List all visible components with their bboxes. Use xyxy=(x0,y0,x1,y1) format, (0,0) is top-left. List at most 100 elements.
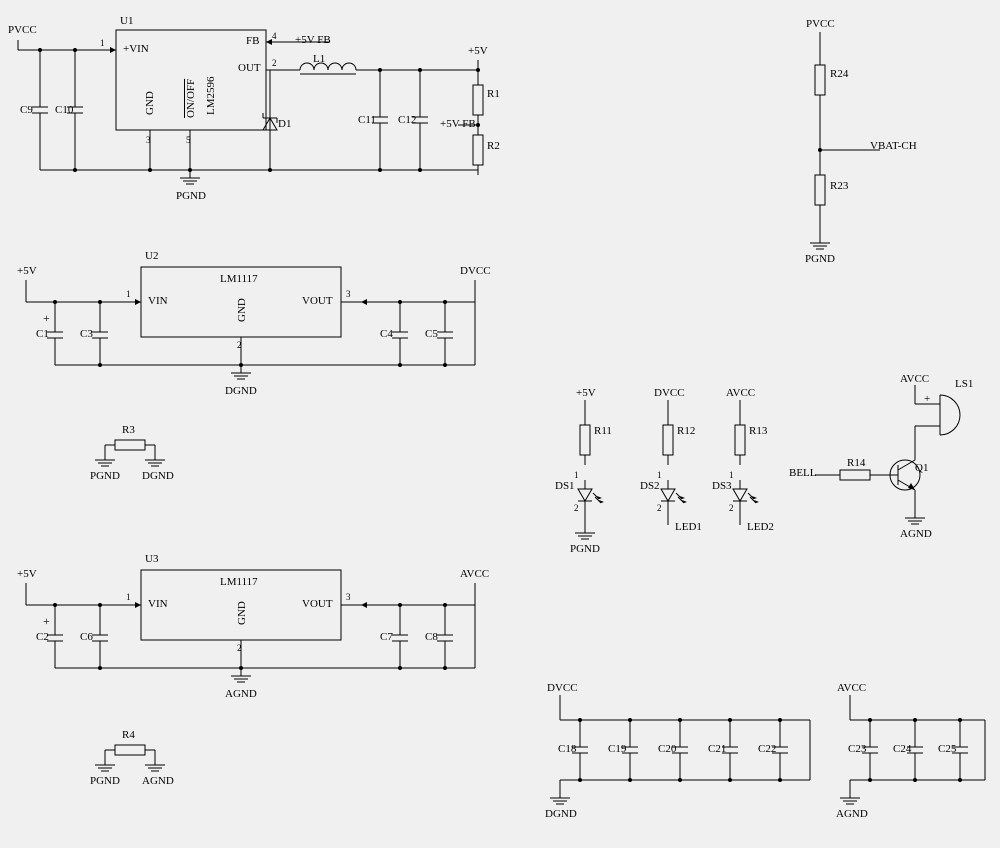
net-avcc-4: AVCC xyxy=(837,682,866,694)
ls1-ref: LS1 xyxy=(955,378,973,390)
svg-text:+: + xyxy=(43,614,50,628)
net-led2: LED2 xyxy=(747,521,774,533)
u1-pin1: 1 xyxy=(100,38,105,48)
ds1-ref: DS1 xyxy=(555,480,575,492)
c21-ref: C21 xyxy=(708,743,726,755)
net-5vfb-2: +5V FB xyxy=(440,118,476,130)
u1-onoff: ON/OFF xyxy=(185,79,197,118)
c4-ref: C4 xyxy=(380,328,393,340)
ds1-p2: 2 xyxy=(574,503,579,513)
ds1-p1: 1 xyxy=(574,470,579,480)
u1-pin5: 5 xyxy=(186,135,191,145)
ds3-branch xyxy=(733,400,759,525)
net-dgnd-1: DGND xyxy=(225,385,257,397)
u1-pin2: 2 xyxy=(272,58,277,68)
net-5vfb-1: +5V FB xyxy=(295,34,331,46)
u3-type: LM1117 xyxy=(220,576,258,588)
c6-ref: C6 xyxy=(80,631,93,643)
r2-ref: R2 xyxy=(487,140,500,152)
c20-ref: C20 xyxy=(658,743,676,755)
net-dvcc-1: DVCC xyxy=(460,265,491,277)
net-dgnd-3: DGND xyxy=(545,808,577,820)
u1-type: LM2596 xyxy=(205,77,217,116)
net-pgnd-5: PGND xyxy=(570,543,600,555)
u1-fb: FB xyxy=(246,35,259,47)
u1-pin3: 3 xyxy=(146,135,151,145)
net-5v-4: +5V xyxy=(576,387,596,399)
net-dvcc-2: DVCC xyxy=(654,387,685,399)
c24-ref: C24 xyxy=(893,743,911,755)
r12-ref: R12 xyxy=(677,425,695,437)
net-avcc-1: AVCC xyxy=(460,568,489,580)
schematic-canvas: + + xyxy=(0,0,1000,848)
net-5v-3: +5V xyxy=(17,568,37,580)
net-pvcc-2: PVCC xyxy=(806,18,835,30)
d1-diode xyxy=(263,70,277,172)
u3-ref: U3 xyxy=(145,553,158,565)
c7-ref: C7 xyxy=(380,631,393,643)
ds2-branch xyxy=(661,400,687,525)
net-agnd-3: AGND xyxy=(900,528,932,540)
c19-ref: C19 xyxy=(608,743,626,755)
buzzer-block xyxy=(815,385,960,524)
net-agnd-2: AGND xyxy=(142,775,174,787)
u3-pin3: 3 xyxy=(346,592,351,602)
u1-vin: +VIN xyxy=(123,43,149,55)
u1-out: OUT xyxy=(238,62,261,74)
l1-inductor xyxy=(300,63,356,74)
c1-ref: C1 xyxy=(36,328,49,340)
c23-ref: C23 xyxy=(848,743,866,755)
c7-cap xyxy=(392,623,408,653)
ds3-ref: DS3 xyxy=(712,480,732,492)
u2-vin: VIN xyxy=(148,295,168,307)
ds2-p1: 1 xyxy=(657,470,662,480)
ds2-ref: DS2 xyxy=(640,480,660,492)
c3-ref: C3 xyxy=(80,328,93,340)
c22-ref: C22 xyxy=(758,743,776,755)
net-5v-1: +5V xyxy=(468,45,488,57)
c11-ref: C11 xyxy=(358,114,376,126)
ds3-p2: 2 xyxy=(729,503,734,513)
c8-cap xyxy=(437,623,453,653)
u3-gnd: GND xyxy=(236,601,248,625)
net-avcc-2: AVCC xyxy=(726,387,755,399)
c9-cap xyxy=(32,95,48,125)
u1-pin4: 4 xyxy=(272,31,277,41)
net-bell: BELL xyxy=(789,467,817,479)
c9-ref: C9 xyxy=(20,104,33,116)
net-pgnd-1: PGND xyxy=(176,190,206,202)
r4-resistor xyxy=(105,745,155,755)
r24-ref: R24 xyxy=(830,68,848,80)
net-vbatch: VBAT-CH xyxy=(870,140,917,152)
ds2-p2: 2 xyxy=(657,503,662,513)
c12-ref: C12 xyxy=(398,114,416,126)
net-pgnd-4: PGND xyxy=(805,253,835,265)
u2-type: LM1117 xyxy=(220,273,258,285)
u3-vin: VIN xyxy=(148,598,168,610)
c2-ref: C2 xyxy=(36,631,49,643)
l1-ref: L1 xyxy=(313,53,325,65)
r3-resistor xyxy=(105,440,155,450)
r3-ref: R3 xyxy=(122,424,135,436)
net-pgnd-3: PGND xyxy=(90,775,120,787)
u3-vout: VOUT xyxy=(302,598,333,610)
net-avcc-3: AVCC xyxy=(900,373,929,385)
r23-ref: R23 xyxy=(830,180,848,192)
u2-pin2: 2 xyxy=(237,340,242,350)
c5-ref: C5 xyxy=(425,328,438,340)
r13-ref: R13 xyxy=(749,425,767,437)
u1-gnd: GND xyxy=(144,91,156,115)
q1-ref: Q1 xyxy=(915,462,928,474)
net-led1: LED1 xyxy=(675,521,702,533)
u2-pin3: 3 xyxy=(346,289,351,299)
u1-ref: U1 xyxy=(120,15,133,27)
c6-cap xyxy=(92,623,108,653)
net-dgnd-2: DGND xyxy=(142,470,174,482)
svg-text:+: + xyxy=(43,311,50,325)
c4-cap xyxy=(392,320,408,350)
c25-ref: C25 xyxy=(938,743,956,755)
r1-ref: R1 xyxy=(487,88,500,100)
net-agnd-1: AGND xyxy=(225,688,257,700)
net-5v-2: +5V xyxy=(17,265,37,277)
u3-pin2: 2 xyxy=(237,643,242,653)
